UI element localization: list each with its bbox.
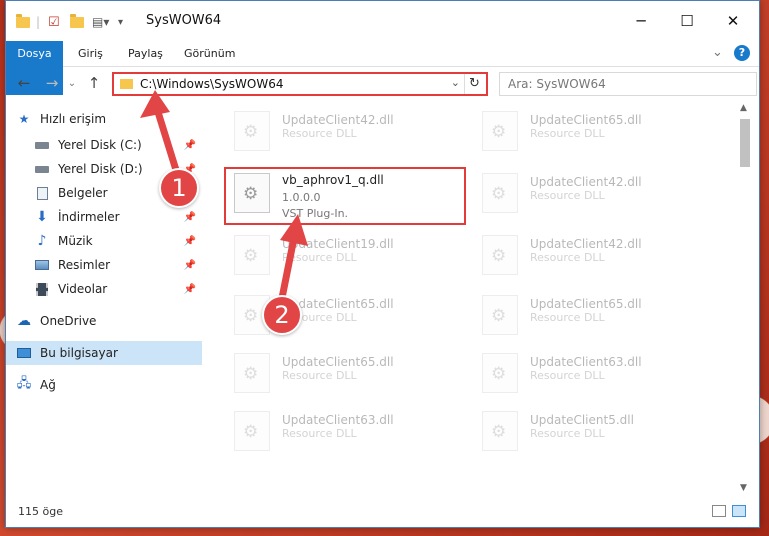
arrow-2-shaft <box>278 234 298 302</box>
annotation-arrows <box>140 90 308 302</box>
arrow-1-shaft <box>154 108 180 174</box>
step-2-badge: 2 <box>262 295 302 335</box>
arrow-1-head <box>140 90 170 118</box>
arrow-2-head <box>280 214 308 246</box>
step-1-badge: 1 <box>159 168 199 208</box>
